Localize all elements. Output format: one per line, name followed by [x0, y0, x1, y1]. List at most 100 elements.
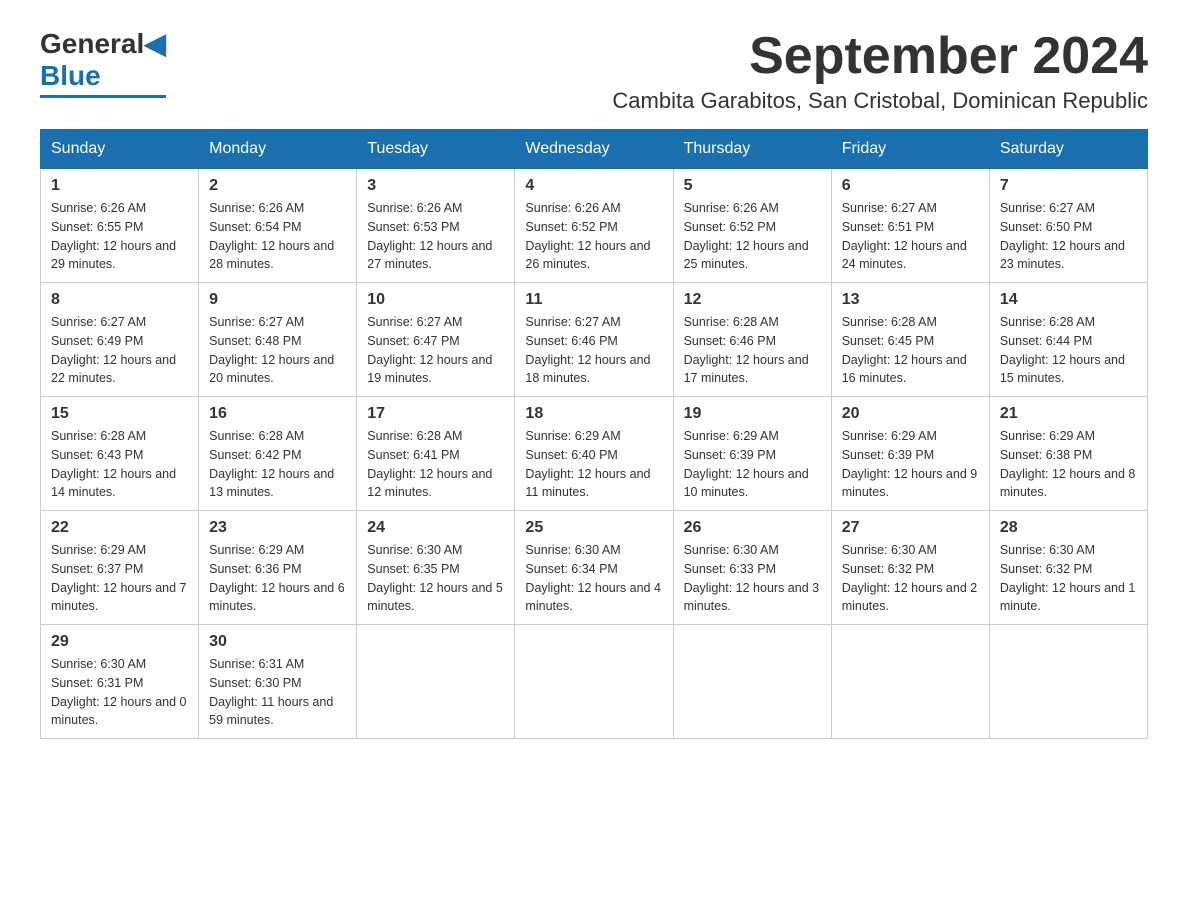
calendar-cell: 8Sunrise: 6:27 AMSunset: 6:49 PMDaylight…	[41, 283, 199, 397]
location-title: Cambita Garabitos, San Cristobal, Domini…	[612, 88, 1148, 114]
day-info: Sunrise: 6:28 AMSunset: 6:46 PMDaylight:…	[684, 313, 821, 388]
day-info: Sunrise: 6:28 AMSunset: 6:42 PMDaylight:…	[209, 427, 346, 502]
header-thursday: Thursday	[673, 130, 831, 169]
month-title: September 2024	[612, 30, 1148, 82]
calendar-cell: 22 Sunrise: 6:29 AMSunset: 6:37 PMDayligh…	[41, 511, 199, 625]
day-info: Sunrise: 6:30 AMSunset: 6:32 PMDaylight:…	[842, 541, 979, 616]
day-number: 23	[209, 519, 346, 537]
calendar-cell: 13 Sunrise: 6:28 AMSunset: 6:45 PMDayligh…	[831, 283, 989, 397]
day-number: 12	[684, 291, 821, 309]
day-number: 6	[842, 177, 979, 195]
day-info: Sunrise: 6:26 AMSunset: 6:52 PMDaylight:…	[684, 199, 821, 274]
page-header: General◀ Blue September 2024 Cambita Gar…	[40, 30, 1148, 114]
day-number: 25	[525, 519, 662, 537]
calendar-cell: 9 Sunrise: 6:27 AMSunset: 6:48 PMDaylight…	[199, 283, 357, 397]
calendar-cell: 7 Sunrise: 6:27 AMSunset: 6:50 PMDaylight…	[989, 169, 1147, 283]
calendar-cell: 20 Sunrise: 6:29 AMSunset: 6:39 PMDayligh…	[831, 397, 989, 511]
week-row-2: 8Sunrise: 6:27 AMSunset: 6:49 PMDaylight…	[41, 283, 1148, 397]
title-section: September 2024 Cambita Garabitos, San Cr…	[612, 30, 1148, 114]
day-info: Sunrise: 6:28 AMSunset: 6:44 PMDaylight:…	[1000, 313, 1137, 388]
day-info: Sunrise: 6:27 AMSunset: 6:46 PMDaylight:…	[525, 313, 662, 388]
day-number: 27	[842, 519, 979, 537]
calendar-cell: 17 Sunrise: 6:28 AMSunset: 6:41 PMDayligh…	[357, 397, 515, 511]
day-info: Sunrise: 6:27 AMSunset: 6:47 PMDaylight:…	[367, 313, 504, 388]
day-info: Sunrise: 6:29 AMSunset: 6:38 PMDaylight:…	[1000, 427, 1137, 502]
day-info: Sunrise: 6:27 AMSunset: 6:51 PMDaylight:…	[842, 199, 979, 274]
calendar-cell: 14Sunrise: 6:28 AMSunset: 6:44 PMDayligh…	[989, 283, 1147, 397]
day-number: 17	[367, 405, 504, 423]
day-number: 15	[51, 405, 188, 423]
calendar-cell	[831, 625, 989, 739]
logo-blue: Blue	[40, 60, 101, 92]
day-info: Sunrise: 6:28 AMSunset: 6:43 PMDaylight:…	[51, 427, 188, 502]
day-number: 21	[1000, 405, 1137, 423]
calendar-cell: 26 Sunrise: 6:30 AMSunset: 6:33 PMDayligh…	[673, 511, 831, 625]
day-number: 28	[1000, 519, 1137, 537]
day-info: Sunrise: 6:29 AMSunset: 6:40 PMDaylight:…	[525, 427, 662, 502]
header-wednesday: Wednesday	[515, 130, 673, 169]
day-number: 30	[209, 633, 346, 651]
day-number: 20	[842, 405, 979, 423]
day-info: Sunrise: 6:27 AMSunset: 6:50 PMDaylight:…	[1000, 199, 1137, 274]
calendar-cell: 10 Sunrise: 6:27 AMSunset: 6:47 PMDayligh…	[357, 283, 515, 397]
calendar-cell: 25Sunrise: 6:30 AMSunset: 6:34 PMDayligh…	[515, 511, 673, 625]
day-number: 22	[51, 519, 188, 537]
day-info: Sunrise: 6:27 AMSunset: 6:48 PMDaylight:…	[209, 313, 346, 388]
day-info: Sunrise: 6:26 AMSunset: 6:52 PMDaylight:…	[525, 199, 662, 274]
day-number: 5	[684, 177, 821, 195]
day-number: 4	[525, 177, 662, 195]
calendar-cell: 1 Sunrise: 6:26 AMSunset: 6:55 PMDaylight…	[41, 169, 199, 283]
calendar-cell	[673, 625, 831, 739]
calendar-cell: 16Sunrise: 6:28 AMSunset: 6:42 PMDayligh…	[199, 397, 357, 511]
day-number: 13	[842, 291, 979, 309]
day-info: Sunrise: 6:30 AMSunset: 6:32 PMDaylight:…	[1000, 541, 1137, 616]
header-monday: Monday	[199, 130, 357, 169]
day-number: 29	[51, 633, 188, 651]
week-row-5: 29 Sunrise: 6:30 AMSunset: 6:31 PMDayligh…	[41, 625, 1148, 739]
header-saturday: Saturday	[989, 130, 1147, 169]
day-info: Sunrise: 6:31 AMSunset: 6:30 PMDaylight:…	[209, 655, 346, 730]
day-number: 8	[51, 291, 188, 309]
day-number: 26	[684, 519, 821, 537]
calendar-cell: 18Sunrise: 6:29 AMSunset: 6:40 PMDayligh…	[515, 397, 673, 511]
calendar-cell: 2Sunrise: 6:26 AMSunset: 6:54 PMDaylight…	[199, 169, 357, 283]
calendar-cell: 5 Sunrise: 6:26 AMSunset: 6:52 PMDaylight…	[673, 169, 831, 283]
logo: General◀ Blue	[40, 30, 166, 98]
day-info: Sunrise: 6:29 AMSunset: 6:39 PMDaylight:…	[842, 427, 979, 502]
day-number: 9	[209, 291, 346, 309]
day-info: Sunrise: 6:29 AMSunset: 6:39 PMDaylight:…	[684, 427, 821, 502]
day-info: Sunrise: 6:29 AMSunset: 6:37 PMDaylight:…	[51, 541, 188, 616]
calendar-cell: 15 Sunrise: 6:28 AMSunset: 6:43 PMDayligh…	[41, 397, 199, 511]
header-tuesday: Tuesday	[357, 130, 515, 169]
calendar-cell: 30 Sunrise: 6:31 AMSunset: 6:30 PMDayligh…	[199, 625, 357, 739]
calendar-cell: 24Sunrise: 6:30 AMSunset: 6:35 PMDayligh…	[357, 511, 515, 625]
day-number: 10	[367, 291, 504, 309]
day-info: Sunrise: 6:26 AMSunset: 6:53 PMDaylight:…	[367, 199, 504, 274]
day-info: Sunrise: 6:26 AMSunset: 6:55 PMDaylight:…	[51, 199, 188, 274]
calendar-cell: 6 Sunrise: 6:27 AMSunset: 6:51 PMDaylight…	[831, 169, 989, 283]
header-sunday: Sunday	[41, 130, 199, 169]
day-info: Sunrise: 6:28 AMSunset: 6:45 PMDaylight:…	[842, 313, 979, 388]
day-number: 3	[367, 177, 504, 195]
calendar-cell: 29 Sunrise: 6:30 AMSunset: 6:31 PMDayligh…	[41, 625, 199, 739]
day-number: 2	[209, 177, 346, 195]
week-row-3: 15 Sunrise: 6:28 AMSunset: 6:43 PMDayligh…	[41, 397, 1148, 511]
calendar-header-row: Sunday Monday Tuesday Wednesday Thursday…	[41, 130, 1148, 169]
calendar-table: Sunday Monday Tuesday Wednesday Thursday…	[40, 129, 1148, 739]
header-friday: Friday	[831, 130, 989, 169]
calendar-cell: 11 Sunrise: 6:27 AMSunset: 6:46 PMDayligh…	[515, 283, 673, 397]
calendar-cell: 21 Sunrise: 6:29 AMSunset: 6:38 PMDayligh…	[989, 397, 1147, 511]
day-info: Sunrise: 6:28 AMSunset: 6:41 PMDaylight:…	[367, 427, 504, 502]
calendar-cell: 27 Sunrise: 6:30 AMSunset: 6:32 PMDayligh…	[831, 511, 989, 625]
day-number: 11	[525, 291, 662, 309]
day-info: Sunrise: 6:30 AMSunset: 6:33 PMDaylight:…	[684, 541, 821, 616]
day-number: 1	[51, 177, 188, 195]
day-number: 7	[1000, 177, 1137, 195]
calendar-cell: 23Sunrise: 6:29 AMSunset: 6:36 PMDayligh…	[199, 511, 357, 625]
calendar-cell	[989, 625, 1147, 739]
week-row-1: 1 Sunrise: 6:26 AMSunset: 6:55 PMDaylight…	[41, 169, 1148, 283]
calendar-cell: 12 Sunrise: 6:28 AMSunset: 6:46 PMDayligh…	[673, 283, 831, 397]
calendar-cell	[357, 625, 515, 739]
day-info: Sunrise: 6:30 AMSunset: 6:31 PMDaylight:…	[51, 655, 188, 730]
calendar-cell: 28 Sunrise: 6:30 AMSunset: 6:32 PMDayligh…	[989, 511, 1147, 625]
